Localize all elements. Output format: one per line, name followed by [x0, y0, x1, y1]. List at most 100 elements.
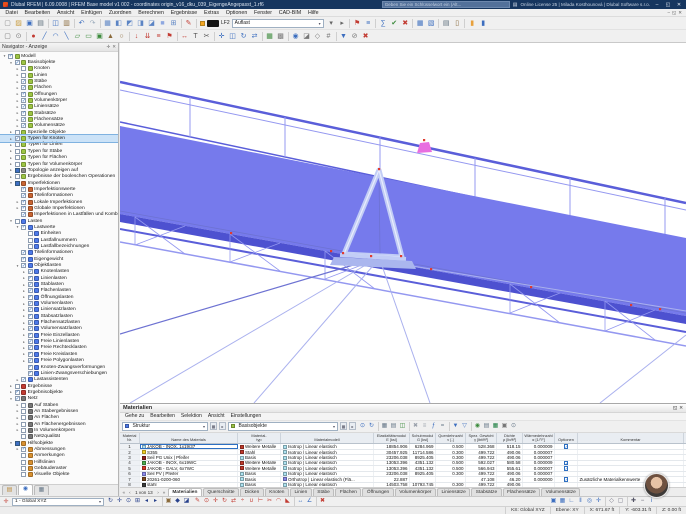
block-library-icon[interactable]: ▥	[61, 18, 72, 29]
cell-g[interactable]: 8925.405	[410, 471, 436, 477]
tree-expander-icon[interactable]: ▾	[9, 441, 14, 445]
tree-expander-icon[interactable]: ▸	[22, 359, 27, 363]
tree-checkbox[interactable]	[27, 269, 33, 275]
cell-nu[interactable]: 0.300	[436, 471, 466, 477]
tree-expander-icon[interactable]: ▸	[22, 333, 27, 337]
tab-volumenkoerper[interactable]: Volumenkörper	[394, 488, 436, 497]
tree-checkbox[interactable]	[27, 345, 33, 351]
tree-checkbox[interactable]	[21, 79, 27, 85]
tree-checkbox[interactable]	[27, 351, 33, 357]
tree-checkbox[interactable]	[21, 85, 27, 91]
tab-staebe[interactable]: Stäbe	[312, 488, 335, 497]
zoom-in-icon[interactable]: ✚	[629, 497, 638, 506]
export-table-icon[interactable]: ◫	[398, 422, 407, 431]
model-viewport[interactable]	[120, 43, 686, 403]
cable-line[interactable]	[129, 258, 377, 403]
tree-checkbox[interactable]	[8, 53, 14, 59]
tree-checkbox[interactable]	[21, 459, 27, 465]
cell-rho[interactable]: 518.15	[497, 444, 523, 449]
panel-orange-icon[interactable]: ▮	[467, 18, 478, 29]
tab-flaechen[interactable]: Flächen	[335, 488, 362, 497]
refresh-table-icon[interactable]: ↻	[367, 422, 376, 431]
tree-checkbox[interactable]	[14, 155, 20, 161]
cell-e[interactable]: 23206.038	[374, 455, 410, 460]
dimension-icon[interactable]: ↔	[179, 31, 190, 42]
tree-expander-icon[interactable]: ▸	[9, 175, 14, 179]
work-plane-icon[interactable]: ◇	[607, 497, 616, 506]
column-header-waermedehnzahl[interactable]: Wärmedehnzahl α [1/°F]	[523, 432, 555, 444]
background-icon[interactable]: ▢	[616, 497, 625, 506]
tree-checkbox[interactable]	[21, 256, 27, 262]
tree-expander-icon[interactable]: ▸	[9, 162, 14, 166]
window-restore-button[interactable]: ◱	[664, 1, 672, 9]
cross-snap-icon[interactable]: ✛	[594, 497, 603, 506]
cell-rho[interactable]: 46.20	[497, 477, 523, 482]
insert-row-icon[interactable]: ≡	[420, 422, 429, 431]
tree-checkbox[interactable]	[21, 466, 27, 472]
cell-nr[interactable]: 2	[120, 449, 140, 455]
tree-expander-icon[interactable]: ▸	[15, 447, 20, 451]
tree-expander-icon[interactable]: ▾	[9, 397, 14, 401]
tree-checkbox[interactable]	[27, 358, 33, 364]
tree-checkbox[interactable]	[27, 320, 33, 326]
menu-ergebnisse[interactable]: Ergebnisse	[167, 9, 200, 17]
delete-icon[interactable]: ✖	[360, 31, 371, 42]
cell-opt[interactable]: ✓	[555, 477, 578, 482]
cell-nr[interactable]: 1	[120, 444, 140, 449]
guidelines-icon[interactable]: ‖	[576, 497, 585, 506]
tree-expander-icon[interactable]: ▸	[15, 67, 20, 71]
cell-opt[interactable]: ✓	[555, 444, 578, 449]
column-header-material[interactable]: Material Nr.	[120, 432, 140, 444]
insert-member-icon[interactable]: ╲	[61, 31, 72, 42]
cell-rho[interactable]: 490.06	[497, 455, 523, 460]
table-settings-icon[interactable]: ▦	[380, 422, 389, 431]
menu-berechnen[interactable]: Berechnen	[135, 9, 167, 17]
tree-checkbox[interactable]	[27, 237, 33, 243]
tree-expander-icon[interactable]: ▸	[15, 92, 20, 96]
tree-expander-icon[interactable]: ▸	[15, 124, 20, 128]
clip-plane-icon[interactable]: ◪	[182, 497, 191, 506]
window-minimize-button[interactable]: –	[653, 1, 661, 9]
menu-ansicht[interactable]: Ansicht	[205, 412, 228, 420]
tree-checkbox[interactable]	[14, 167, 20, 173]
cell-model[interactable]: Orthotrop | Linear elastisch (Flä...	[281, 477, 374, 482]
cell-nr[interactable]: 7	[120, 477, 140, 482]
tree-expander-icon[interactable]: ▸	[15, 118, 20, 122]
tree-expander-icon[interactable]: ▸	[15, 403, 20, 407]
cell-com[interactable]	[578, 460, 684, 466]
deselect-icon[interactable]: ⊘	[349, 31, 360, 42]
model-3d-view[interactable]	[120, 43, 686, 403]
cell-typ[interactable]: Stahl	[238, 449, 281, 455]
tree-checkbox[interactable]	[27, 370, 33, 376]
cell-model[interactable]: Isotrop | Linear elastisch	[281, 460, 374, 466]
cell-al[interactable]: 0.000009	[523, 460, 555, 466]
cell-g[interactable]: 11714.586	[410, 449, 436, 455]
load-case-manager-icon[interactable]: ▦	[415, 18, 426, 29]
cell-g[interactable]: 4351.132	[410, 460, 436, 466]
tree-checkbox[interactable]	[14, 148, 20, 154]
first-page-button[interactable]: «	[121, 490, 127, 495]
tree-checkbox[interactable]	[21, 453, 27, 459]
tree-checkbox[interactable]	[27, 243, 33, 249]
menu-einfuegen[interactable]: Einfügen	[78, 9, 106, 17]
menu-ansicht[interactable]: Ansicht	[54, 9, 78, 17]
tree-expander-icon[interactable]: ▸	[9, 143, 14, 147]
column-header-spez-gewicht[interactable]: Spez. Gewicht γ [lbf/ft³]	[466, 432, 497, 444]
mirror-icon[interactable]: ⇄	[249, 31, 260, 42]
object-next-button[interactable]: ▸	[349, 422, 356, 431]
cell-e[interactable]: 23206.038	[374, 471, 410, 477]
tree-checkbox[interactable]	[21, 377, 27, 383]
tree-expander-icon[interactable]: ▸	[22, 327, 27, 331]
copy-object-icon[interactable]: ◫	[227, 31, 238, 42]
free-load-icon[interactable]: ⚑	[164, 31, 175, 42]
tree-checkbox[interactable]	[21, 193, 27, 199]
tree-checkbox[interactable]	[14, 180, 20, 186]
tree-checkbox[interactable]	[21, 199, 27, 205]
tree-expander-icon[interactable]: ▸	[15, 409, 20, 413]
import-web-icon[interactable]: ◉	[473, 422, 482, 431]
cell-rho[interactable]: 490.06	[497, 471, 523, 477]
option-checkbox-icon[interactable]: ✓	[563, 444, 569, 449]
close-panel-icon[interactable]: ✕	[112, 44, 116, 50]
tree-checkbox[interactable]	[27, 231, 33, 237]
coordinate-system-status[interactable]: KS: Global XYZ	[505, 506, 550, 514]
